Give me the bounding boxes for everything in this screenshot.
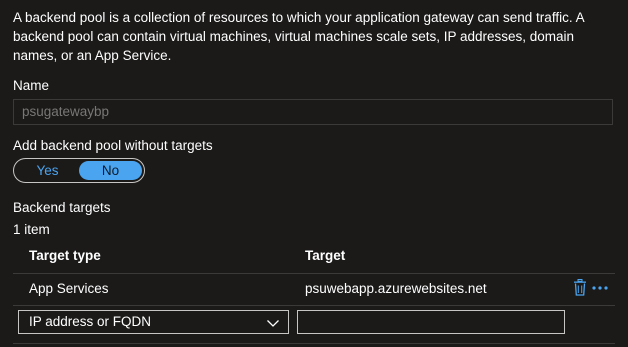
backend-pool-panel: A backend pool is a collection of resour… [0,0,628,347]
without-targets-label: Add backend pool without targets [13,138,213,153]
without-targets-toggle: Yes No [13,158,145,183]
table-row: App Services psuwebapp.azurewebsites.net [13,273,615,306]
column-header-target: Target [305,248,346,263]
targets-table-header: Target type Target [13,240,615,274]
target-type-dropdown[interactable]: IP address or FQDN [18,310,289,334]
item-count: 1 item [13,222,50,237]
name-field[interactable]: psugatewaybp [13,99,613,125]
target-input[interactable] [297,310,565,334]
new-target-row: IP address or FQDN [13,305,615,344]
name-label: Name [13,78,50,93]
row-target: psuwebapp.azurewebsites.net [305,281,487,296]
chevron-down-icon [266,315,280,337]
description-text: A backend pool is a collection of resour… [13,10,584,63]
row-actions [573,279,609,296]
row-target-type: App Services [29,281,109,296]
backend-targets-heading: Backend targets [13,200,111,215]
target-type-selected: IP address or FQDN [29,314,152,329]
column-header-target-type: Target type [29,248,101,263]
toggle-no-option[interactable]: No [79,161,142,180]
ellipsis-icon[interactable] [591,285,609,291]
toggle-yes-option[interactable]: Yes [16,161,79,180]
trash-icon[interactable] [573,279,587,296]
